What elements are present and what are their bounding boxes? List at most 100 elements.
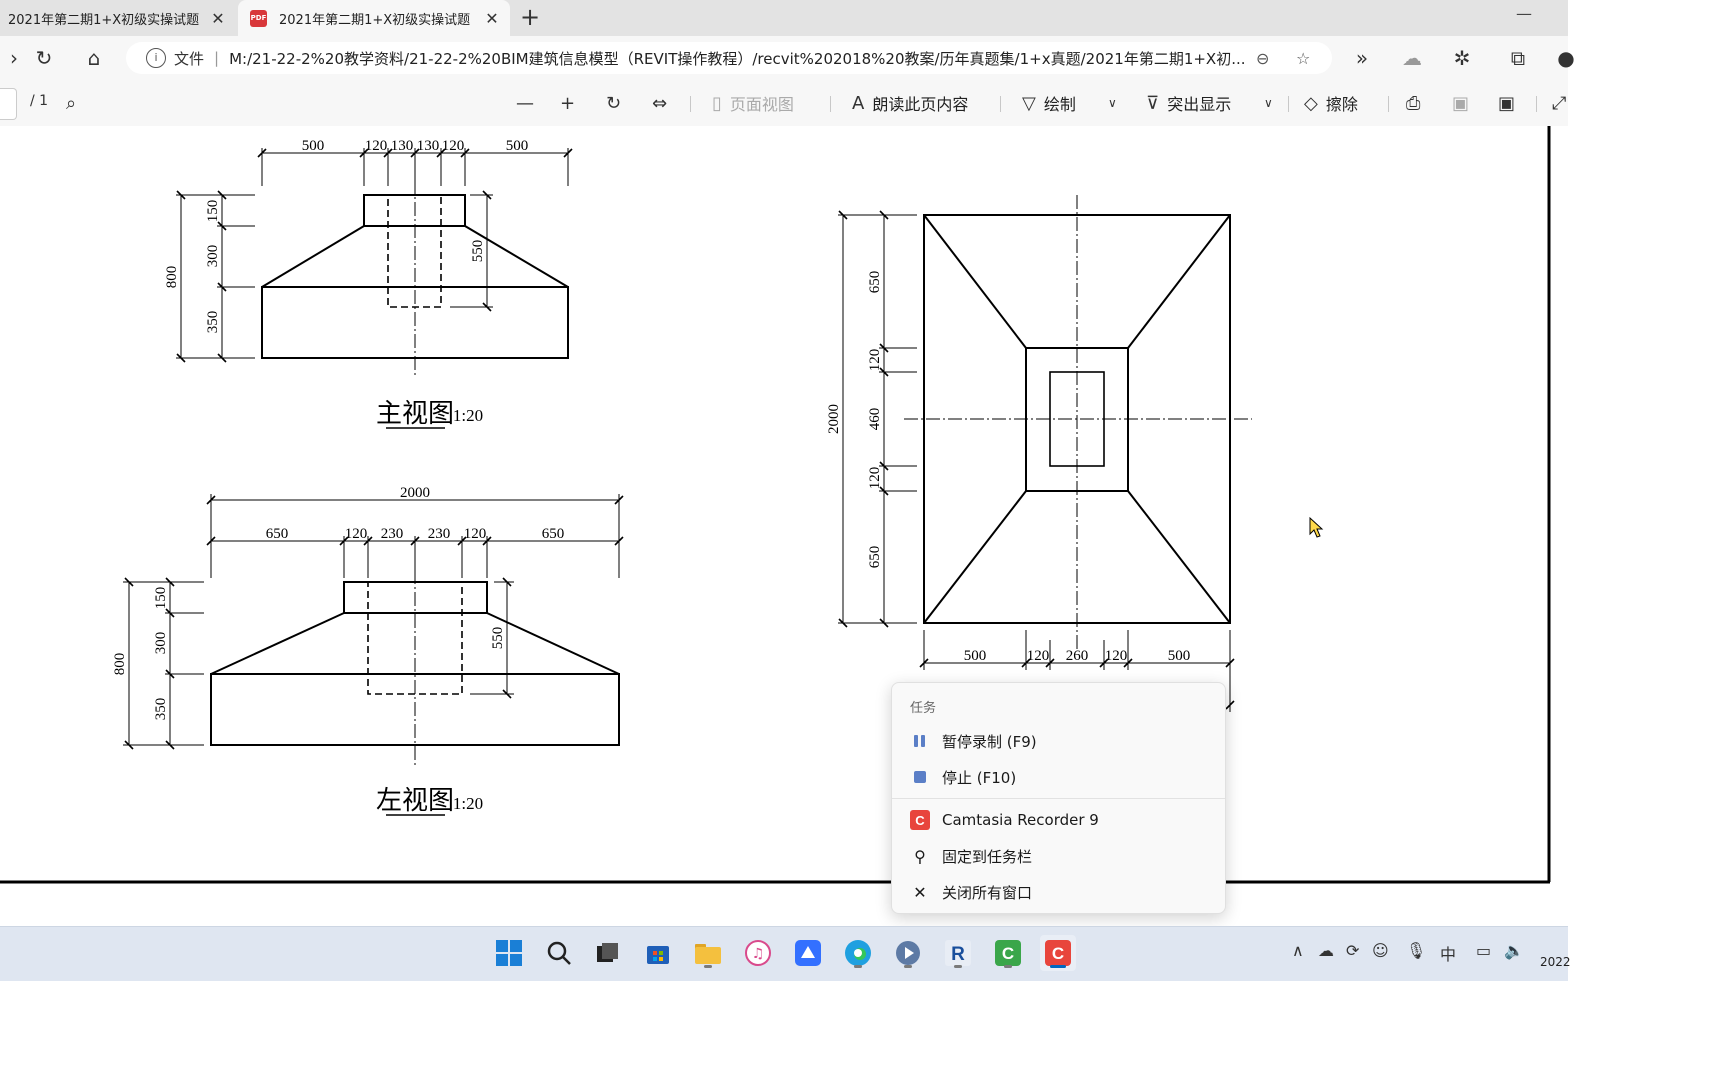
- dim-label: 500: [964, 648, 987, 664]
- dim-label: 650: [542, 526, 565, 542]
- camtasia-recorder-taskbar-icon[interactable]: C: [1040, 935, 1076, 971]
- revit-icon[interactable]: R: [940, 935, 976, 971]
- running-indicator: [1050, 965, 1066, 968]
- onedrive-icon[interactable]: ☁: [1318, 941, 1334, 960]
- zoom-out-icon[interactable]: —: [516, 88, 542, 118]
- draw-options-chevron-icon[interactable]: ∨: [1108, 88, 1125, 118]
- network-icon[interactable]: ▭: [1476, 941, 1491, 960]
- pdf-file-icon: PDF: [250, 9, 267, 27]
- file-explorer-icon[interactable]: [690, 935, 726, 971]
- erase-button[interactable]: ◇ 擦除: [1304, 88, 1358, 118]
- address-bar[interactable]: i 文件 | M:/21-22-2%20教学资料/21-22-2%20BIM建筑…: [126, 42, 1332, 74]
- view-title: 左视图: [376, 786, 454, 815]
- save-as-icon[interactable]: ▣: [1498, 88, 1523, 118]
- toolbar-divider: [1000, 96, 1001, 112]
- menu-item-label: 固定到任务栏: [942, 847, 1033, 866]
- tab-inactive[interactable]: 2021年第二期1+X初级实操试题 ✕: [0, 0, 236, 36]
- pin-to-taskbar-item[interactable]: ⚲ 固定到任务栏: [892, 839, 1225, 873]
- collections-icon[interactable]: ⧉: [1504, 44, 1532, 72]
- save-icon[interactable]: ▣: [1452, 88, 1477, 118]
- back-icon[interactable]: ›: [0, 44, 28, 72]
- running-indicator: [904, 965, 912, 968]
- start-button[interactable]: [491, 935, 527, 971]
- ime-indicator[interactable]: 中: [1440, 941, 1456, 965]
- task-view-icon[interactable]: [590, 935, 626, 971]
- mouse-cursor-icon: [1309, 516, 1324, 538]
- tab-title: 2021年第二期1+X初级实操试题: [8, 12, 200, 28]
- dim-label: 650: [266, 526, 289, 542]
- refresh-icon[interactable]: ↻: [30, 44, 58, 72]
- sync-icon[interactable]: ⟳: [1346, 941, 1359, 960]
- zoom-in-icon[interactable]: +: [560, 88, 583, 118]
- view-title: 主视图: [376, 399, 454, 428]
- search-taskbar-icon[interactable]: [541, 935, 577, 971]
- extension-arrow-icon[interactable]: »: [1348, 44, 1376, 72]
- volume-icon[interactable]: 🔈: [1504, 941, 1524, 960]
- rotate-icon[interactable]: ↻: [606, 88, 629, 118]
- dim-label: 120: [1027, 648, 1050, 664]
- draw-button[interactable]: ▽ 绘制: [1022, 88, 1076, 118]
- print-icon[interactable]: ⎙: [1406, 88, 1428, 118]
- profile-avatar[interactable]: ●: [1552, 44, 1580, 72]
- highlight-button[interactable]: ⊽ 突出显示: [1146, 88, 1231, 118]
- menu-item-label: 暂停录制 (F9): [942, 732, 1037, 751]
- home-icon[interactable]: ⌂: [80, 44, 108, 72]
- itunes-icon[interactable]: ♫: [740, 935, 776, 971]
- read-aloud-button[interactable]: A 朗读此页内容: [852, 88, 968, 118]
- highlight-icon: ⊽: [1146, 92, 1160, 114]
- running-indicator: [954, 965, 962, 968]
- svg-text:R: R: [951, 944, 965, 965]
- page-number-input[interactable]: [0, 88, 17, 120]
- jump-list-header: 任务: [910, 701, 937, 716]
- camtasia-editor-icon[interactable]: C: [990, 935, 1026, 971]
- dim-label: 120: [1105, 648, 1128, 664]
- new-tab-button[interactable]: +: [516, 4, 544, 32]
- dim-label: 120: [867, 349, 883, 372]
- dim-label: 800: [112, 653, 128, 676]
- dim-label: 300: [153, 632, 169, 655]
- edge-icon[interactable]: [840, 935, 876, 971]
- dim-label: 350: [205, 311, 221, 334]
- stop-recording-item[interactable]: 停止 (F10): [892, 760, 1225, 794]
- dim-label: 2000: [400, 485, 430, 501]
- toolbar-divider: [1388, 96, 1389, 112]
- running-indicator: [854, 965, 862, 968]
- add-favorite-icon[interactable]: ☆: [1296, 49, 1320, 68]
- close-tab-icon[interactable]: ✕: [206, 9, 230, 28]
- fullscreen-icon[interactable]: ⤢: [1552, 88, 1574, 118]
- pause-icon: [910, 731, 930, 751]
- microphone-icon[interactable]: 🎙: [1406, 941, 1426, 960]
- menu-divider: [892, 798, 1225, 799]
- cloud-icon[interactable]: ☁: [1398, 44, 1426, 72]
- svg-text:C: C: [1052, 944, 1064, 963]
- front-view: [176, 148, 573, 378]
- pause-recording-item[interactable]: 暂停录制 (F9): [892, 724, 1225, 758]
- close-all-windows-item[interactable]: ✕ 关闭所有窗口: [892, 875, 1225, 909]
- info-icon[interactable]: i: [146, 48, 166, 68]
- dim-label: 230: [381, 526, 404, 542]
- chevron-up-icon[interactable]: ∧: [1292, 941, 1304, 960]
- running-indicator: [704, 965, 712, 968]
- feishu-icon[interactable]: [790, 935, 826, 971]
- page-view-button[interactable]: ▯ 页面视图: [712, 88, 794, 118]
- media-player-icon[interactable]: [890, 935, 926, 971]
- qq-icon[interactable]: ☺: [1372, 941, 1389, 960]
- fit-width-icon[interactable]: ⇔: [652, 88, 675, 118]
- draw-icon: ▽: [1022, 92, 1036, 114]
- camtasia-recorder-item[interactable]: C Camtasia Recorder 9: [892, 803, 1225, 837]
- tab-active[interactable]: PDF 2021年第二期1+X初级实操试题 ✕: [238, 0, 510, 36]
- search-icon[interactable]: ⌕: [66, 88, 84, 118]
- url-text[interactable]: M:/21-22-2%20教学资料/21-22-2%20BIM建筑信息模型（RE…: [229, 48, 1256, 69]
- extensions-icon[interactable]: ✲: [1448, 44, 1476, 72]
- dim-label: 130: [391, 138, 414, 154]
- read-aloud-label: 朗读此页内容: [872, 95, 969, 114]
- clock[interactable]: 2022: [1540, 955, 1571, 969]
- store-icon[interactable]: [640, 935, 676, 971]
- zoom-icon[interactable]: ⊖: [1256, 49, 1280, 68]
- toolbar-divider: [690, 96, 691, 112]
- minimize-icon[interactable]: —: [1512, 4, 1536, 28]
- close-tab-icon[interactable]: ✕: [480, 9, 504, 28]
- svg-text:C: C: [915, 813, 925, 828]
- windows-logo-icon: [496, 940, 522, 966]
- highlight-options-chevron-icon[interactable]: ∨: [1264, 88, 1281, 118]
